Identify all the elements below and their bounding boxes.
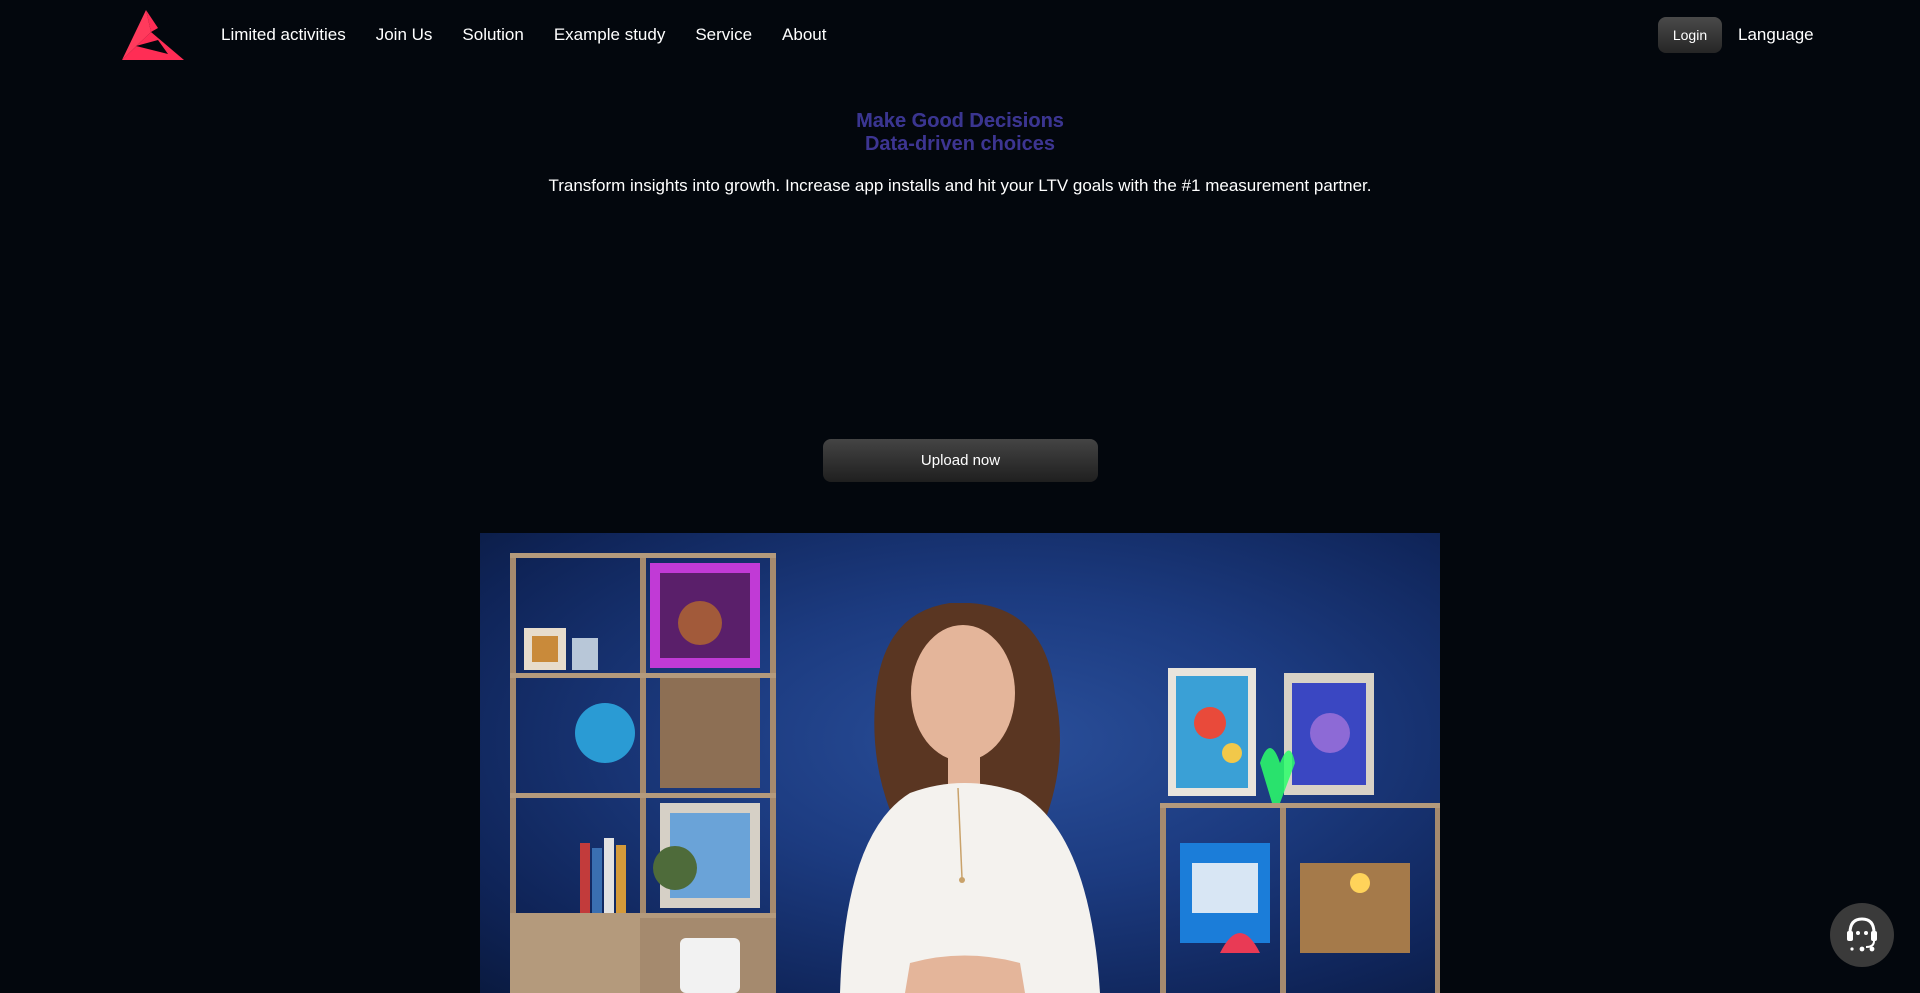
top-navigation-bar: Limited activities Join Us Solution Exam… — [0, 0, 1920, 70]
promo-video[interactable] — [480, 533, 1440, 993]
main-nav: Limited activities Join Us Solution Exam… — [221, 24, 856, 46]
brand-logo-icon[interactable] — [118, 10, 184, 60]
login-button[interactable]: Login — [1658, 17, 1722, 53]
nav-item-join-us[interactable]: Join Us — [376, 24, 433, 46]
nav-item-solution[interactable]: Solution — [462, 24, 523, 46]
hero-title-line1: Make Good Decisions — [0, 110, 1920, 133]
language-selector[interactable]: Language — [1738, 24, 1814, 46]
nav-item-about[interactable]: About — [782, 24, 826, 46]
nav-item-service[interactable]: Service — [695, 24, 752, 46]
bookshelf-illustration — [510, 553, 776, 993]
presenter-illustration — [840, 603, 1100, 993]
upload-now-button[interactable]: Upload now — [823, 439, 1098, 482]
nav-item-limited-activities[interactable]: Limited activities — [221, 24, 346, 46]
customer-support-icon — [1847, 917, 1877, 952]
hero-title-line2: Data-driven choices — [864, 133, 1056, 155]
customer-support-button[interactable] — [1830, 903, 1894, 967]
hero-subtitle: Transform insights into growth. Increase… — [548, 176, 1372, 195]
right-shelf-illustration — [1160, 668, 1440, 993]
nav-item-example-study[interactable]: Example study — [554, 24, 666, 46]
